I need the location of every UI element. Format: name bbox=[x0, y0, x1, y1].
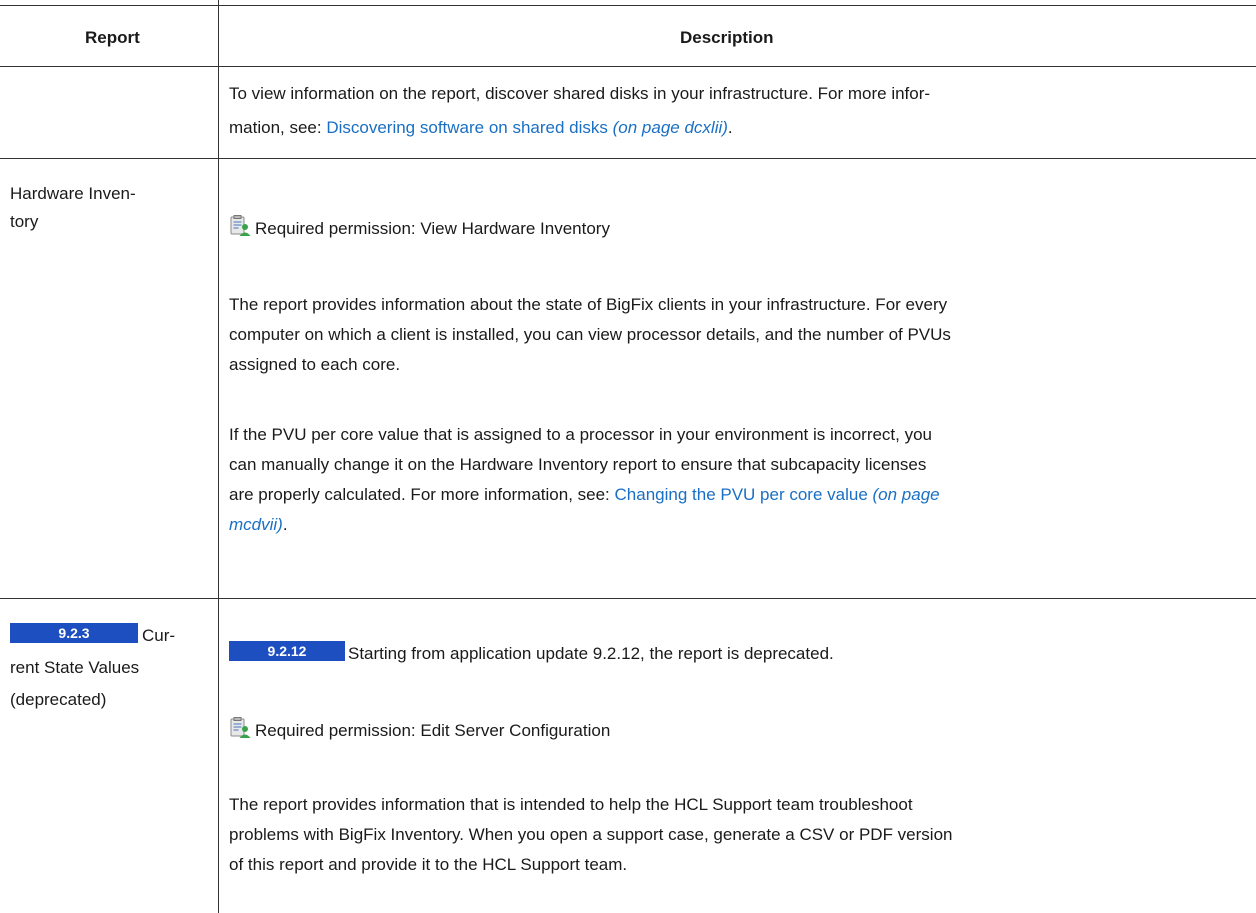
table-top-rule bbox=[0, 5, 1256, 6]
row3-report-name: 9.2.3 Cur- rent State Values (deprecated) bbox=[10, 623, 176, 709]
row1-desc-line2: mation, see: Discovering software on sha… bbox=[229, 118, 733, 137]
row3-permission: Required permission: Edit Server Configu… bbox=[229, 716, 610, 746]
deprecated-version-badge: 9.2.12 bbox=[229, 641, 345, 661]
row2-report-name: Hardware Inven- tory bbox=[10, 184, 136, 231]
row1-description: To view information on the report, disco… bbox=[229, 77, 930, 145]
link-discovering-software[interactable]: Discovering software on shared disks (on… bbox=[326, 118, 728, 137]
row2-bottom-rule bbox=[0, 598, 1256, 599]
row3-deprecated-note: 9.2.12 Starting from application update 9… bbox=[229, 639, 834, 669]
column-divider bbox=[218, 0, 219, 913]
row2-paragraph-2: If the PVU per core value that is assign… bbox=[229, 425, 940, 534]
row1-bottom-rule bbox=[0, 158, 1256, 159]
permission-user-icon bbox=[229, 215, 251, 237]
link-changing-pvu-page[interactable]: mcdvii) bbox=[229, 515, 283, 534]
row2-permission: Required permission: View Hardware Inven… bbox=[229, 214, 610, 244]
header-report: Report bbox=[85, 28, 140, 47]
row2-paragraph-1: The report provides information about th… bbox=[229, 295, 951, 374]
row3-paragraph-1: The report provides information that is … bbox=[229, 795, 953, 874]
header-bottom-rule bbox=[0, 66, 1256, 67]
row1-desc-line1: To view information on the report, disco… bbox=[229, 84, 931, 103]
version-badge: 9.2.3 bbox=[10, 623, 138, 643]
permission-user-icon bbox=[229, 717, 251, 739]
report-table: Report Description To view information o… bbox=[0, 0, 1256, 913]
header-description: Description bbox=[680, 28, 774, 47]
link-changing-pvu[interactable]: Changing the PVU per core value (on page bbox=[615, 485, 940, 504]
